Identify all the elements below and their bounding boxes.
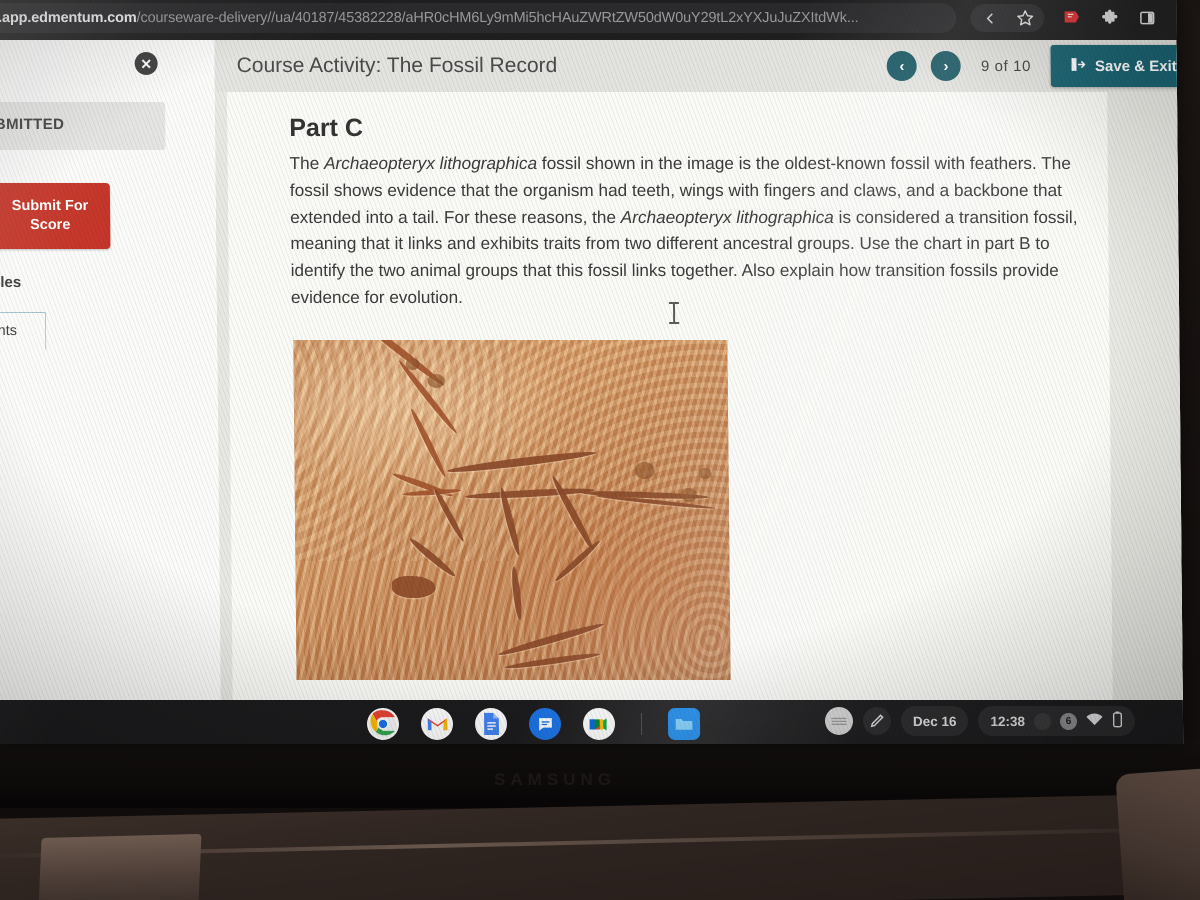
shelf-icon-google-meet[interactable] [582, 707, 616, 740]
submission-status-bar: SUBMITTED [0, 101, 166, 150]
share-icon[interactable] [978, 7, 1000, 29]
web-page: Activity ✕ SUBMITTED Submit ForReview Su… [0, 39, 1184, 703]
submit-button-group: Submit ForReview Submit ForScore [0, 182, 111, 249]
system-tray[interactable]: Dec 16 12:38 6 [824, 705, 1136, 736]
extensions-puzzle-icon[interactable] [1098, 7, 1120, 29]
next-page-button[interactable]: › [930, 50, 962, 81]
wifi-icon[interactable] [1086, 713, 1103, 729]
notification-badge-2[interactable]: 6 [1059, 712, 1078, 730]
stylus-pen-icon[interactable] [862, 706, 892, 735]
submit-score-line1: Submit For [11, 197, 89, 214]
shelf-divider [640, 712, 643, 735]
save-and-exit-button[interactable]: Save & Exit [1050, 44, 1184, 87]
laptop-photo: SAMSUNG 2.app.edmentum.com/courseware-de… [0, 0, 1200, 900]
samsung-brand-logo: SAMSUNG [494, 770, 616, 789]
chromebook-screen: 2.app.edmentum.com/courseware-delivery//… [0, 0, 1184, 744]
side-panel-icon[interactable] [1136, 7, 1158, 29]
date-label: Dec 16 [912, 713, 957, 729]
bookmark-star-icon[interactable] [1014, 7, 1036, 29]
url-text: 2.app.edmentum.com/courseware-delivery//… [0, 10, 859, 26]
chromeos-shelf: Dec 16 12:38 6 [0, 699, 1184, 744]
hinge-left [38, 833, 202, 900]
text-cursor [672, 301, 676, 324]
previous-page-button[interactable]: ‹ [886, 50, 918, 81]
url-domain: 2.app.edmentum.com [0, 9, 137, 26]
shelf-icon-google-docs[interactable] [474, 707, 508, 740]
shelf-icon-chrome[interactable] [366, 707, 400, 740]
shelf-icon-files[interactable] [667, 707, 701, 740]
question-body: The Archaeopteryx lithographica fossil s… [289, 152, 1078, 307]
tray-status-group[interactable]: 12:38 6 [978, 705, 1136, 736]
time-label: 12:38 [990, 713, 1026, 729]
battery-icon[interactable] [1112, 711, 1123, 731]
shelf-icon-messages[interactable] [528, 707, 562, 740]
fossil-ripple-texture-b [293, 339, 513, 561]
shelf-app-list [366, 707, 701, 740]
toolbar-icon-group [970, 2, 1183, 34]
submit-for-score-button[interactable]: Submit For Score [0, 182, 111, 249]
omnibox-action-pill [970, 3, 1045, 32]
url-path: /courseware-delivery//ua/40187/45382228/… [136, 9, 859, 26]
handle-files-label: Handle selected files [0, 273, 22, 291]
notification-badge-1[interactable] [1033, 712, 1052, 730]
close-icon[interactable]: ✕ [134, 51, 158, 75]
page-title: Course Activity: The Fossil Record [236, 53, 558, 77]
fossil-image [293, 339, 731, 680]
address-bar[interactable]: 2.app.edmentum.com/courseware-delivery//… [0, 2, 957, 33]
shelf-icon-gmail[interactable] [420, 707, 454, 740]
status-avatar-icon[interactable] [824, 706, 854, 735]
activity-main: Course Activity: The Fossil Record ‹ › 9… [214, 39, 1184, 700]
page-indicator: 9 of 10 [980, 57, 1032, 75]
activity-navigation: ‹ › 9 of 10 Save & Exit [886, 40, 1184, 92]
activity-content-card: Part C The Archaeopteryx lithographica f… [226, 91, 1113, 700]
exit-icon [1069, 55, 1086, 76]
notification-icon[interactable] [1060, 7, 1082, 29]
activity-side-panel: Activity ✕ SUBMITTED Submit ForReview Su… [0, 39, 227, 703]
browser-toolbar: 2.app.edmentum.com/courseware-delivery//… [0, 0, 1184, 40]
save-exit-label: Save & Exit [1094, 57, 1177, 75]
status-badge: SUBMITTED [0, 115, 65, 133]
tray-date[interactable]: Dec 16 [900, 705, 969, 736]
activity-header: Course Activity: The Fossil Record ‹ › 9… [214, 39, 1184, 92]
laptop-base-right [1115, 765, 1200, 900]
comments-tab-panel [0, 351, 227, 703]
tab-comments[interactable]: Comments [0, 311, 47, 350]
submit-score-line2: Score [29, 216, 71, 233]
part-heading: Part C [289, 113, 364, 142]
side-panel-tabs: Files Comments [0, 311, 47, 350]
